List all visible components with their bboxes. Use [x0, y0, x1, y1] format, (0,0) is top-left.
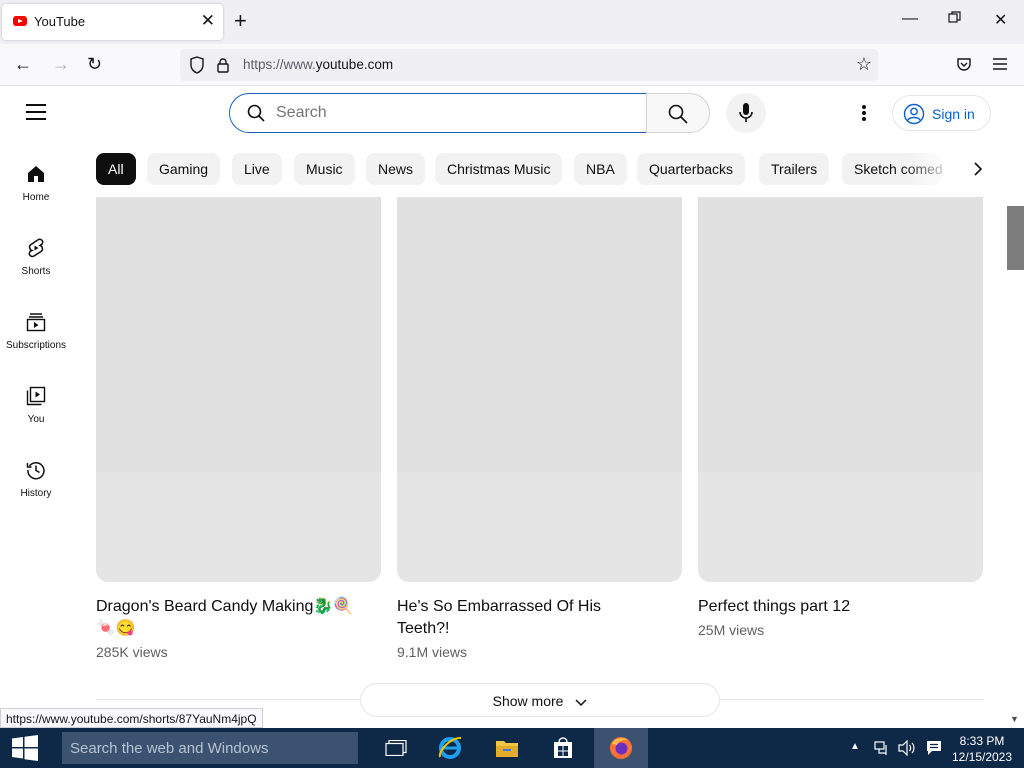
chip-news[interactable]: News	[366, 153, 426, 185]
sidebar-item-label: Home	[22, 192, 50, 203]
scrollbar-thumb[interactable]	[1007, 206, 1024, 270]
video-title[interactable]: Dragon's Beard Candy Making🐉🍭🍬😋	[96, 596, 354, 640]
notifications-icon[interactable]	[926, 740, 942, 759]
clock-time: 8:33 PM	[959, 734, 1005, 748]
sidebar-item-you[interactable]: You	[0, 386, 72, 450]
guide-menu-icon[interactable]	[26, 104, 46, 120]
windows-taskbar: Search the web and Windows ▲ 8:33 PM 12/…	[0, 728, 1024, 768]
shield-icon[interactable]	[189, 56, 205, 79]
restore-icon[interactable]	[948, 11, 961, 29]
network-icon[interactable]	[874, 740, 890, 759]
browser-tab-bar: YouTube ✕ + — ✕	[0, 0, 1024, 44]
page-scrollbar[interactable]	[1006, 197, 1024, 727]
back-icon[interactable]: ←	[14, 55, 32, 73]
file-explorer-icon[interactable]	[480, 728, 534, 768]
search-box	[229, 93, 647, 133]
sidebar-item-label: Shorts	[21, 266, 51, 277]
chevron-down-icon	[575, 685, 587, 719]
chip-nba[interactable]: NBA	[574, 153, 627, 185]
video-thumbnail[interactable]	[96, 197, 381, 582]
sidebar-item-home[interactable]: Home	[0, 164, 72, 228]
sidebar-item-label: History	[20, 488, 52, 499]
chip-music[interactable]: Music	[294, 153, 355, 185]
search-icon	[668, 104, 688, 129]
chip-trailers[interactable]: Trailers	[759, 153, 830, 185]
chip-live[interactable]: Live	[232, 153, 282, 185]
search-input[interactable]	[276, 102, 626, 124]
search-button[interactable]	[646, 93, 710, 133]
new-tab-icon[interactable]: +	[234, 10, 247, 32]
scroll-down-arrow-icon[interactable]: ▼	[1010, 714, 1019, 724]
microphone-icon	[739, 103, 753, 128]
you-icon	[26, 386, 46, 406]
chip-all[interactable]: All	[96, 153, 136, 185]
show-more-button[interactable]: Show more	[360, 683, 720, 717]
address-bar[interactable]: https://www.youtube.com ☆	[180, 49, 878, 81]
status-link-url: https://www.youtube.com/shorts/87YauNm4j…	[0, 708, 263, 728]
video-views: 285K views	[96, 644, 168, 660]
url-text: https://www.youtube.com	[243, 57, 394, 72]
voice-search-button[interactable]	[726, 93, 766, 133]
chevron-right-icon[interactable]	[960, 150, 996, 188]
close-window-icon[interactable]: ✕	[994, 10, 1007, 30]
taskbar-search-input[interactable]: Search the web and Windows	[62, 732, 358, 764]
video-title[interactable]: Perfect things part 12	[698, 596, 983, 618]
internet-explorer-icon[interactable]	[423, 728, 477, 768]
sidebar-item-label: Subscriptions	[5, 340, 67, 351]
sidebar-item-subscriptions[interactable]: Subscriptions	[0, 312, 72, 376]
store-icon[interactable]	[536, 728, 590, 768]
windows-logo-icon	[12, 735, 38, 761]
chip-quarterbacks[interactable]: Quarterbacks	[637, 153, 746, 185]
system-clock[interactable]: 8:33 PM 12/15/2023	[950, 733, 1014, 765]
browser-tab-youtube[interactable]: YouTube ✕	[2, 4, 223, 40]
reload-icon[interactable]: ↻	[87, 55, 102, 73]
youtube-favicon-icon	[13, 16, 27, 26]
search-icon	[247, 104, 265, 127]
chip-christmas-music[interactable]: Christmas Music	[435, 153, 563, 185]
bookmark-star-icon[interactable]: ☆	[856, 55, 872, 73]
browser-nav-bar: ← → ↻ https://www.youtube.com ☆	[0, 44, 1024, 86]
video-thumbnail[interactable]	[698, 197, 983, 582]
forward-icon[interactable]: →	[52, 55, 70, 73]
settings-more-icon[interactable]	[856, 100, 872, 126]
account-circle-icon	[903, 103, 925, 130]
close-tab-icon[interactable]: ✕	[201, 12, 215, 30]
task-view-icon[interactable]	[369, 728, 423, 768]
history-icon	[26, 460, 46, 480]
start-button[interactable]	[0, 728, 50, 768]
sidebar-item-history[interactable]: History	[0, 460, 72, 524]
chip-gaming[interactable]: Gaming	[147, 153, 221, 185]
lock-icon[interactable]	[216, 57, 230, 78]
sign-in-label: Sign in	[932, 106, 975, 122]
video-views: 25M views	[698, 622, 765, 638]
volume-icon[interactable]	[898, 739, 916, 759]
pocket-icon[interactable]	[956, 56, 972, 77]
show-more-label: Show more	[492, 693, 564, 709]
home-icon	[26, 164, 46, 184]
tab-title: YouTube	[34, 14, 86, 29]
sign-in-button[interactable]: Sign in	[892, 95, 991, 131]
video-thumbnail[interactable]	[397, 197, 682, 582]
clock-date: 12/15/2023	[951, 750, 1013, 764]
subscriptions-icon	[26, 312, 46, 332]
sidebar-item-shorts[interactable]: Shorts	[0, 238, 72, 302]
firefox-icon[interactable]	[594, 728, 648, 768]
video-views: 9.1M views	[397, 644, 468, 660]
taskbar-search-placeholder: Search the web and Windows	[70, 740, 269, 757]
sidebar-item-label: You	[27, 414, 45, 425]
show-hidden-icons-icon[interactable]: ▲	[850, 741, 860, 752]
minimize-icon[interactable]: —	[902, 10, 918, 28]
shorts-icon	[26, 238, 46, 258]
chip-fade	[904, 150, 954, 188]
video-title[interactable]: He's So Embarrassed Of His Teeth?!	[397, 596, 627, 640]
app-menu-icon[interactable]	[993, 57, 1007, 75]
